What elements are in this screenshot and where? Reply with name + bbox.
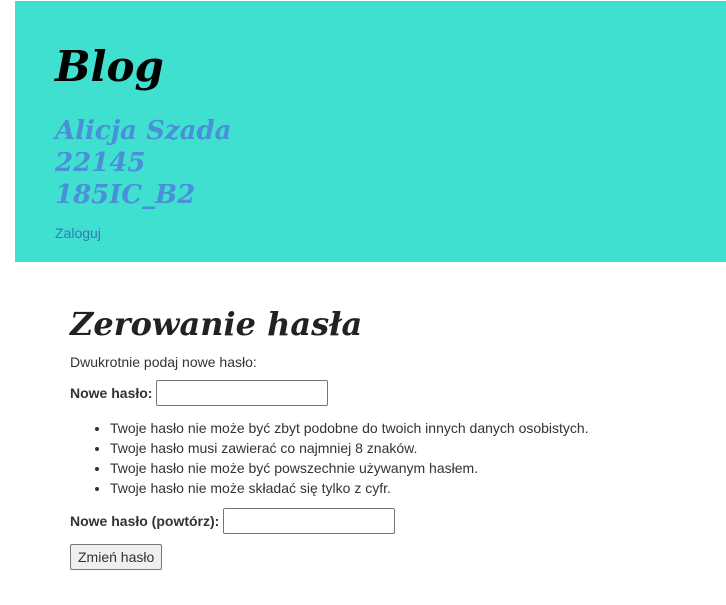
author-name: Alicja Szada bbox=[55, 116, 232, 146]
author-group: 185IC_B2 bbox=[55, 180, 196, 210]
new-password-row: Nowe hasło: bbox=[70, 380, 690, 406]
new-password-input[interactable] bbox=[156, 380, 329, 406]
confirm-password-label: Nowe hasło (powtórz): bbox=[70, 513, 220, 529]
password-rule: Twoje hasło musi zawierać co najmniej 8 … bbox=[110, 438, 690, 458]
new-password-label: Nowe hasło: bbox=[70, 385, 153, 401]
login-link[interactable]: Zaloguj bbox=[55, 225, 101, 241]
password-reset-form: Zerowanie hasła Dwukrotnie podaj nowe ha… bbox=[70, 300, 690, 570]
page-title: Zerowanie hasła bbox=[70, 305, 363, 343]
author-info: Alicja Szada 22145 185IC_B2 bbox=[55, 115, 231, 211]
password-rules-list: Twoje hasło nie może być zbyt podobne do… bbox=[70, 418, 690, 498]
site-header: Blog Alicja Szada 22145 185IC_B2 Zaloguj bbox=[15, 1, 726, 262]
confirm-password-row: Nowe hasło (powtórz): bbox=[70, 508, 690, 534]
confirm-password-input[interactable] bbox=[223, 508, 396, 534]
password-rule: Twoje hasło nie może składać się tylko z… bbox=[110, 478, 690, 498]
author-index: 22145 bbox=[55, 148, 146, 178]
intro-text: Dwukrotnie podaj nowe hasło: bbox=[70, 354, 257, 370]
password-rule: Twoje hasło nie może być zbyt podobne do… bbox=[110, 418, 690, 438]
site-title: Blog bbox=[55, 42, 164, 91]
change-password-button[interactable]: Zmień hasło bbox=[70, 544, 163, 570]
password-rule: Twoje hasło nie może być powszechnie uży… bbox=[110, 458, 690, 478]
